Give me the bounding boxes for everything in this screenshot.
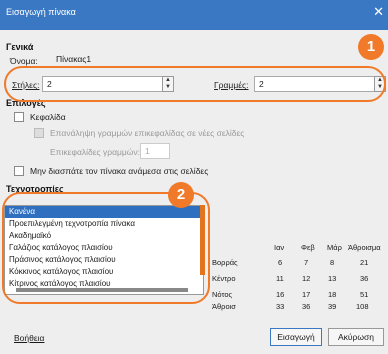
general-heading: Γενικά	[6, 42, 34, 52]
repeat-heading-label: Επανάληψη γραμμών επικεφαλίδας σε νέες σ…	[50, 128, 245, 138]
dont-split-label: Μην διασπάτε τον πίνακα ανάμεσα στις σελ…	[30, 166, 209, 176]
preview-cell: 12	[302, 274, 311, 283]
preview-header: Άθροισμα	[348, 243, 381, 252]
heading-rows-label: Επικεφαλίδες γραμμών:	[50, 147, 141, 157]
preview-cell: 17	[302, 290, 311, 299]
repeat-heading-checkbox[interactable]	[34, 128, 44, 138]
preview-cell: 51	[360, 290, 369, 299]
preview-cell: 36	[360, 274, 369, 283]
help-button[interactable]: Βοήθεια	[14, 330, 74, 348]
preview-cell: 33	[276, 302, 285, 311]
preview-cell: 36	[302, 302, 311, 311]
title-bar: Εισαγωγή πίνακα ✕	[0, 0, 388, 30]
heading-checkbox-label: Κεφαλίδα	[30, 112, 66, 122]
window-title: Εισαγωγή πίνακα	[6, 7, 76, 17]
close-icon[interactable]: ✕	[373, 4, 384, 20]
preview-cell: 21	[360, 258, 369, 267]
preview-cell: 18	[328, 290, 337, 299]
name-label: Όνομα:	[10, 56, 38, 66]
callout-ring-2	[2, 192, 210, 304]
dont-split-checkbox[interactable]	[14, 166, 24, 176]
preview-cell: 16	[276, 290, 285, 299]
preview-cell: 8	[330, 258, 335, 267]
table-preview: Ιαν Φεβ Μάρ Άθροισμα Βορράς 6 7 8 21 Κέν…	[212, 243, 388, 311]
preview-row-label: Κέντρο	[212, 274, 236, 283]
callout-badge-1: 1	[358, 34, 384, 60]
preview-cell: 13	[328, 274, 337, 283]
preview-row-label: Νότος	[212, 290, 233, 299]
preview-header: Μάρ	[327, 243, 342, 252]
callout-badge-2: 2	[168, 182, 194, 208]
preview-row-label: Άθροισ	[212, 302, 236, 311]
insert-button[interactable]: Εισαγωγή	[270, 328, 322, 346]
preview-cell: 108	[356, 302, 369, 311]
heading-checkbox[interactable]	[14, 112, 24, 122]
callout-ring-1	[4, 66, 386, 102]
preview-cell: 6	[278, 258, 283, 267]
preview-header: Φεβ	[301, 243, 315, 252]
preview-cell: 39	[328, 302, 337, 311]
cancel-button[interactable]: Ακύρωση	[328, 328, 384, 346]
preview-cell: 11	[276, 274, 284, 283]
preview-cell: 7	[304, 258, 309, 267]
preview-header: Ιαν	[274, 243, 285, 252]
heading-rows-field[interactable]: 1	[140, 143, 170, 159]
preview-row-label: Βορράς	[212, 258, 238, 267]
